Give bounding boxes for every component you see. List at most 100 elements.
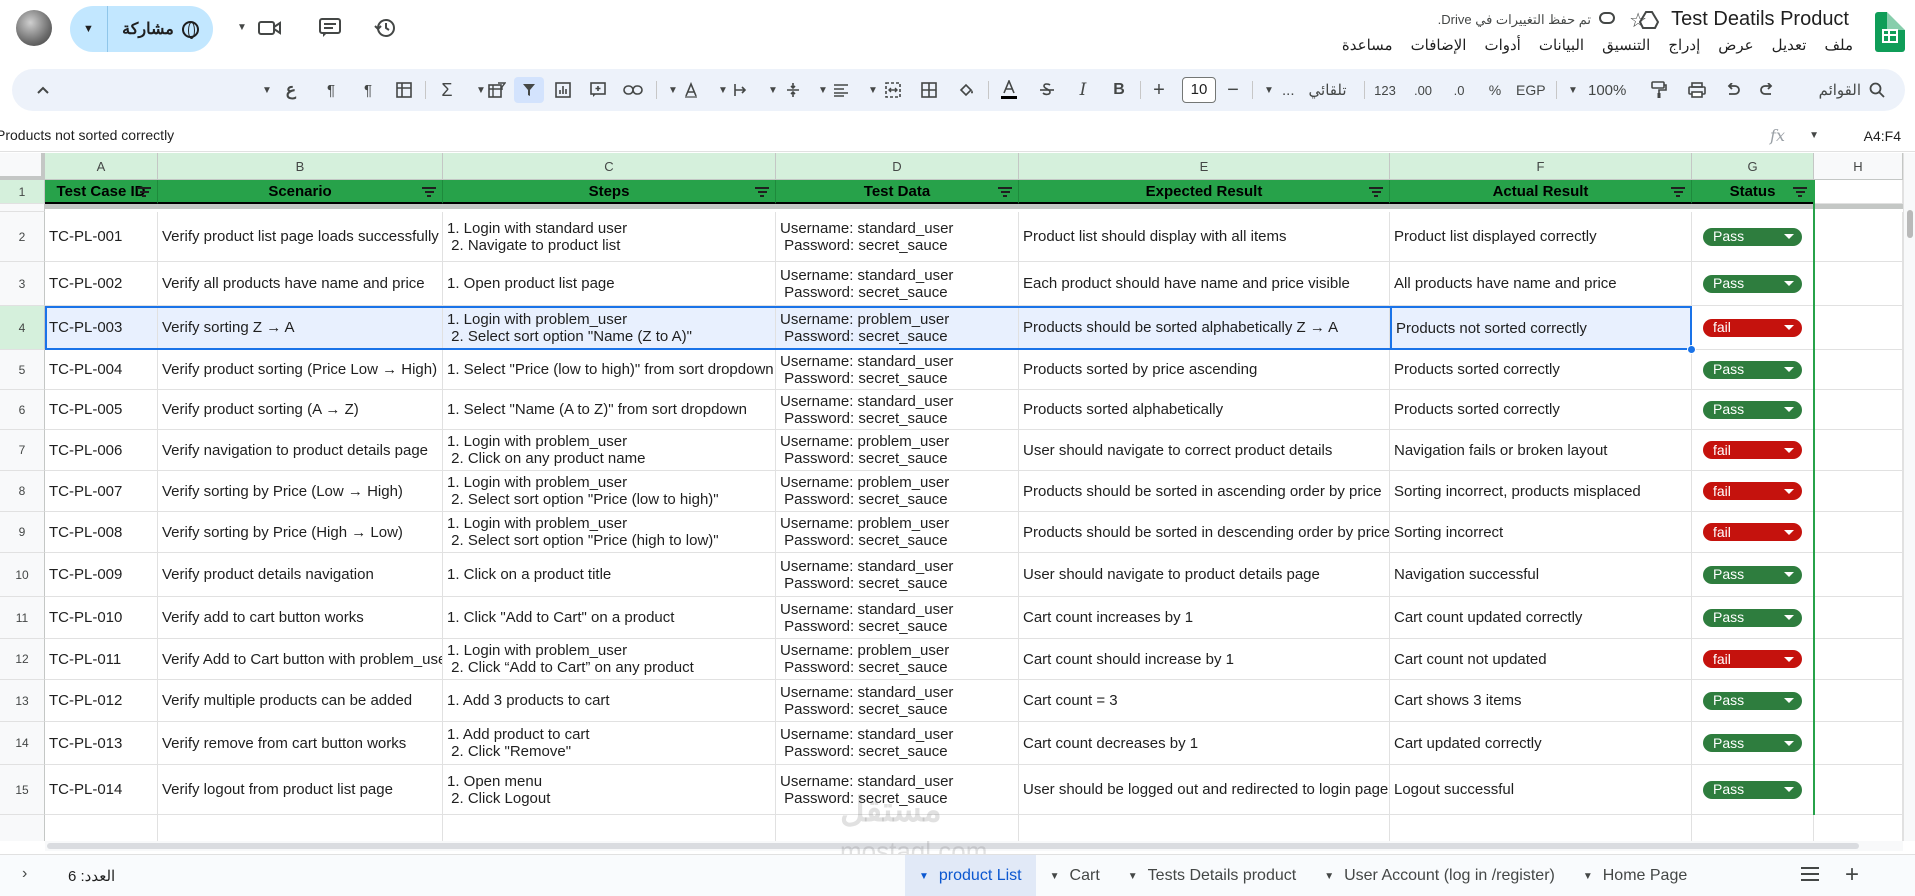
cell-actual[interactable]: All products have name and price bbox=[1390, 262, 1692, 306]
borders-icon[interactable] bbox=[918, 77, 940, 103]
cell-expected[interactable]: Cart count increases by 1 bbox=[1019, 597, 1390, 639]
column-header-f[interactable]: F bbox=[1390, 153, 1692, 180]
cell-h[interactable] bbox=[1814, 212, 1903, 262]
name-box[interactable]: A4:F4 bbox=[1864, 128, 1901, 144]
add-sheet-icon[interactable]: + bbox=[1845, 861, 1859, 889]
functions-icon[interactable]: Σ bbox=[436, 77, 458, 103]
text-color-icon[interactable] bbox=[998, 77, 1020, 103]
bold-icon[interactable]: B bbox=[1108, 77, 1130, 103]
menu-file[interactable]: ملف bbox=[1824, 36, 1853, 54]
column-header-b[interactable]: B bbox=[158, 153, 443, 180]
font-size-decrease-icon[interactable]: − bbox=[1222, 77, 1244, 103]
cell-steps[interactable]: 1. Login with problem_user 2. Click “Add… bbox=[443, 639, 776, 680]
status-dropdown-chip[interactable]: Pass bbox=[1703, 360, 1802, 379]
status-dropdown-chip[interactable]: Pass bbox=[1703, 608, 1802, 627]
cell-h[interactable] bbox=[1814, 350, 1903, 390]
status-dropdown-chip[interactable]: Pass bbox=[1703, 734, 1802, 752]
cell-h[interactable] bbox=[1814, 430, 1903, 471]
cell-status[interactable]: fail bbox=[1692, 512, 1814, 553]
cell-steps[interactable]: 1. Add 3 products to cart bbox=[443, 680, 776, 722]
cell-h1[interactable] bbox=[1814, 180, 1903, 204]
cell-h[interactable] bbox=[1814, 262, 1903, 306]
cell-h[interactable] bbox=[1814, 390, 1903, 430]
cell-status[interactable]: Pass bbox=[1692, 680, 1814, 722]
tab-home-page[interactable]: ▼ Home Page bbox=[1569, 855, 1701, 896]
cell-data[interactable]: Username: standard_user Password: secret… bbox=[776, 350, 1019, 390]
sheets-logo-icon[interactable] bbox=[1875, 12, 1905, 52]
currency-button[interactable]: EGP bbox=[1516, 77, 1546, 103]
cell-actual[interactable]: Sorting incorrect bbox=[1390, 512, 1692, 553]
cell-status[interactable]: Pass bbox=[1692, 212, 1814, 262]
cell-id[interactable]: TC-PL-011 bbox=[45, 639, 158, 680]
undo-icon[interactable] bbox=[1722, 77, 1744, 103]
collapse-toolbar-chevron-icon[interactable] bbox=[32, 77, 54, 103]
cell-id[interactable]: TC-PL-007 bbox=[45, 471, 158, 512]
row-header[interactable] bbox=[0, 815, 45, 841]
row-header[interactable]: 3 bbox=[0, 262, 45, 306]
status-dropdown-chip[interactable]: fail bbox=[1703, 523, 1802, 541]
redo-icon[interactable] bbox=[1756, 77, 1778, 103]
cell-empty[interactable] bbox=[1390, 815, 1692, 841]
cell-status[interactable]: Pass bbox=[1692, 390, 1814, 430]
history-icon[interactable] bbox=[371, 14, 399, 42]
cell-h[interactable] bbox=[1814, 639, 1903, 680]
merge-icon[interactable] bbox=[882, 77, 904, 103]
cell-scenario[interactable]: Verify Add to Cart button with problem_u… bbox=[158, 639, 443, 680]
table-header-actual[interactable]: Actual Result bbox=[1390, 180, 1692, 204]
row-header[interactable]: 7 bbox=[0, 430, 45, 471]
link-icon[interactable] bbox=[622, 77, 644, 103]
tab-product-list[interactable]: ▼ product List bbox=[905, 855, 1036, 896]
filter-views-icon[interactable] bbox=[486, 77, 508, 103]
cell-h[interactable] bbox=[1814, 765, 1903, 815]
cell-expected[interactable]: Products should be sorted in descending … bbox=[1019, 512, 1390, 553]
cell-empty[interactable] bbox=[1814, 815, 1903, 841]
cell-id[interactable]: TC-PL-013 bbox=[45, 722, 158, 765]
cell-status[interactable]: fail bbox=[1692, 306, 1814, 350]
cell-steps[interactable]: 1. Login with problem_user 2. Select sor… bbox=[443, 306, 776, 350]
chart-icon[interactable] bbox=[552, 77, 574, 103]
cell-id[interactable]: TC-PL-003 bbox=[45, 306, 158, 350]
all-sheets-icon[interactable] bbox=[1801, 867, 1819, 881]
decrease-decimal-button[interactable]: .0 bbox=[1448, 77, 1470, 103]
percent-button[interactable]: % bbox=[1484, 77, 1506, 103]
cell-id[interactable]: TC-PL-014 bbox=[45, 765, 158, 815]
avatar[interactable] bbox=[16, 10, 52, 46]
status-dropdown-chip[interactable]: fail bbox=[1703, 482, 1802, 500]
italic-icon[interactable]: I bbox=[1072, 77, 1094, 103]
cell-status[interactable]: Pass bbox=[1692, 262, 1814, 306]
cell-actual[interactable]: Navigation fails or broken layout bbox=[1390, 430, 1692, 471]
status-dropdown-chip[interactable]: fail bbox=[1703, 650, 1802, 668]
cell-expected[interactable]: Products sorted alphabetically bbox=[1019, 390, 1390, 430]
cell-h[interactable] bbox=[1814, 597, 1903, 639]
cell-scenario[interactable]: Verify logout from product list page bbox=[158, 765, 443, 815]
cell-steps[interactable]: 1. Login with problem_user 2. Click on a… bbox=[443, 430, 776, 471]
cell-h[interactable] bbox=[1814, 680, 1903, 722]
cell-expected[interactable]: User should be logged out and redirected… bbox=[1019, 765, 1390, 815]
tab-chevron-icon[interactable]: ▼ bbox=[1583, 871, 1593, 882]
cell-empty[interactable] bbox=[1692, 815, 1814, 841]
cell-scenario[interactable]: Verify product sorting (Price Low → High… bbox=[158, 350, 443, 390]
cell-scenario[interactable]: Verify multiple products can be added bbox=[158, 680, 443, 722]
column-header-a[interactable]: A bbox=[45, 153, 158, 180]
cell-expected[interactable]: Products should be sorted alphabetically… bbox=[1019, 306, 1390, 350]
row-header[interactable]: 4 bbox=[0, 306, 45, 350]
status-dropdown-chip[interactable]: Pass bbox=[1703, 780, 1802, 799]
table-header-steps[interactable]: Steps bbox=[443, 180, 776, 204]
document-title[interactable]: Test Deatils Product bbox=[1671, 8, 1849, 31]
tab-chevron-icon[interactable]: ▼ bbox=[1324, 871, 1334, 882]
cell-steps[interactable]: 1. Login with standard user 2. Navigate … bbox=[443, 212, 776, 262]
menu-edit[interactable]: تعديل bbox=[1772, 36, 1807, 54]
filter-icon[interactable] bbox=[137, 187, 151, 197]
strikethrough-icon[interactable] bbox=[1036, 77, 1058, 103]
cell-scenario[interactable]: Verify sorting by Price (High → Low) bbox=[158, 512, 443, 553]
font-family-select[interactable]: ... تلقائي bbox=[1282, 77, 1347, 103]
selection-count[interactable]: العدد: 6 bbox=[68, 867, 115, 885]
menu-view[interactable]: عرض bbox=[1718, 36, 1753, 54]
status-dropdown-chip[interactable]: Pass bbox=[1703, 274, 1802, 293]
cell-data[interactable]: Username: standard_user Password: secret… bbox=[776, 597, 1019, 639]
menu-help[interactable]: مساعدة bbox=[1342, 36, 1393, 54]
search-menus[interactable]: القوائم bbox=[1819, 77, 1885, 103]
print-icon[interactable] bbox=[1686, 77, 1708, 103]
row-header[interactable]: 15 bbox=[0, 765, 45, 815]
more-chevron-icon[interactable]: ▼ bbox=[256, 77, 278, 103]
